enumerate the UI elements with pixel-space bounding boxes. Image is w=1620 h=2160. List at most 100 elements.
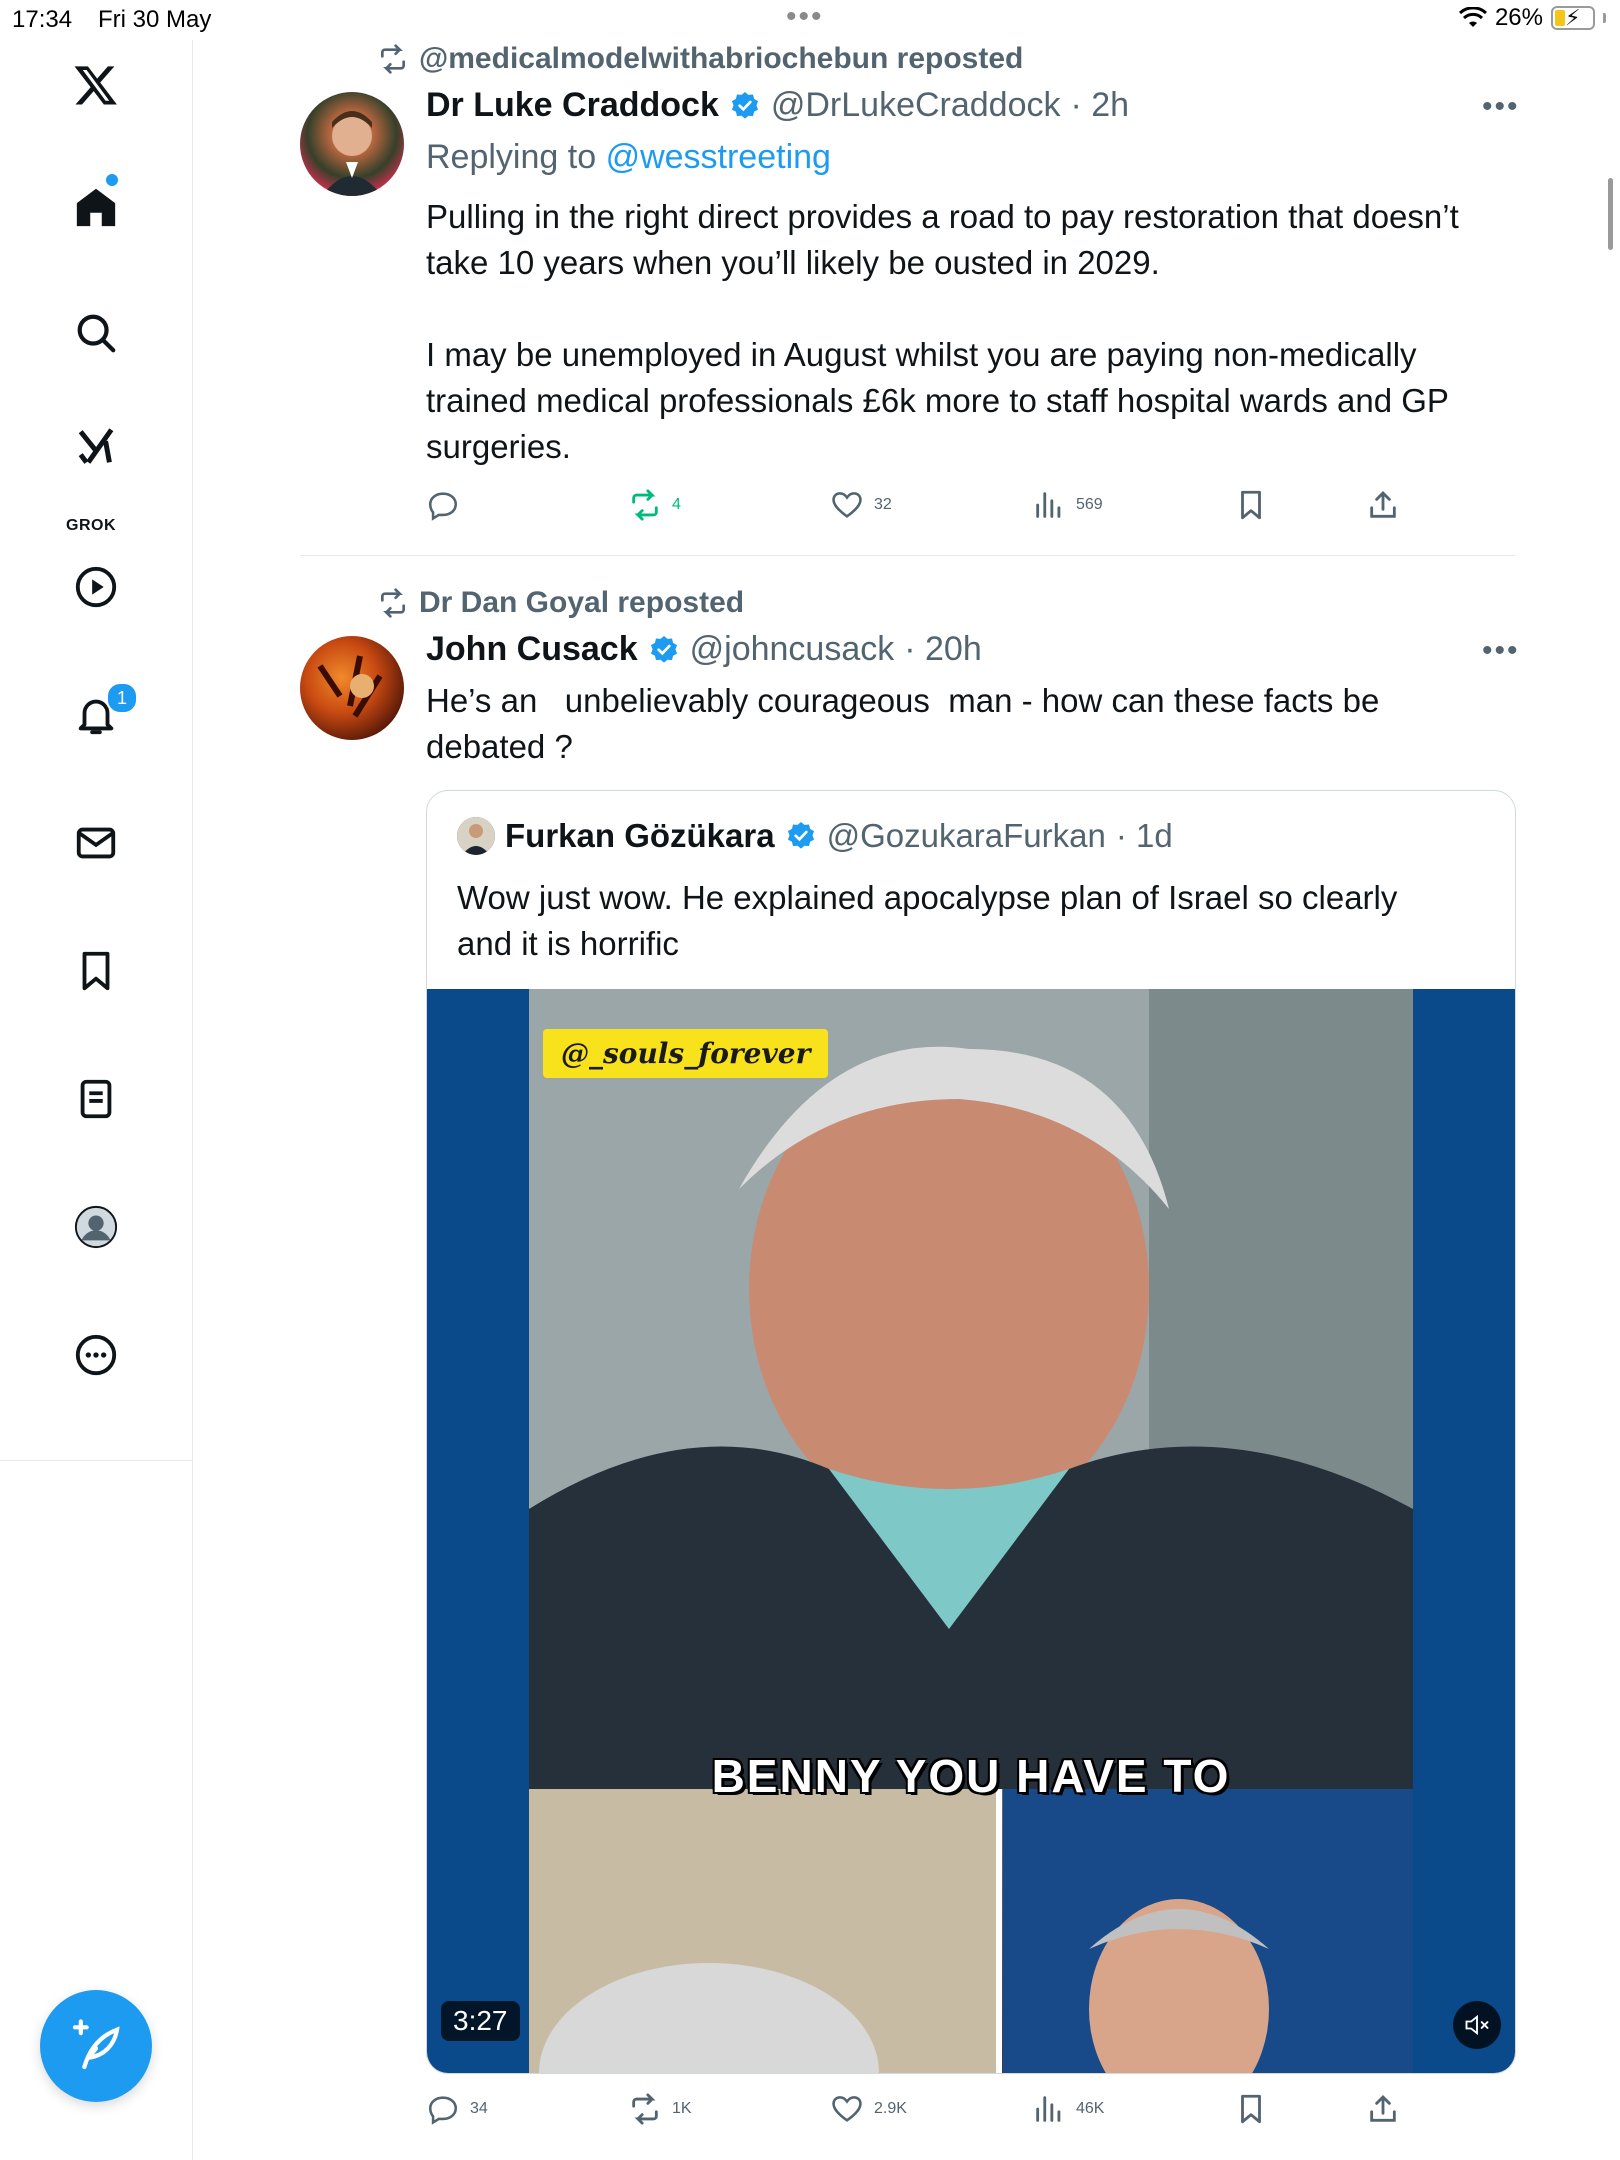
tweet-text: Pulling in the right direct provides a r…	[426, 198, 1459, 465]
like-count: 32	[874, 496, 892, 513]
status-right: 26% ⚡	[1458, 4, 1606, 32]
video-caption: BENNY YOU HAVE TO	[711, 1750, 1231, 1802]
notifications-badge: 1	[106, 682, 138, 714]
author-name[interactable]: Dr Luke Craddock	[426, 86, 719, 125]
tweet-time[interactable]: · 2h	[1071, 86, 1130, 125]
tweet-more-icon[interactable]: •••	[1482, 90, 1520, 124]
wifi-icon	[1458, 7, 1487, 27]
repost-by-label: @medicalmodelwithabriochebun reposted	[419, 42, 1024, 75]
battery-percent: 26%	[1494, 4, 1543, 31]
quote-author-handle[interactable]: @GozukaraFurkan	[827, 817, 1106, 855]
bookmark-icon	[1241, 2094, 1261, 2124]
heart-icon	[832, 492, 862, 518]
repost-action[interactable]: 4	[628, 488, 681, 522]
quote-time[interactable]: · 1d	[1116, 817, 1173, 855]
verified-badge-icon	[729, 90, 761, 122]
reply-icon	[428, 2096, 458, 2125]
video-play-icon[interactable]	[71, 562, 121, 612]
share-icon	[1370, 490, 1396, 518]
quote-text: Wow just wow. He explained apocalypse pl…	[457, 879, 1398, 962]
grok-icon[interactable]	[71, 422, 121, 472]
like-action[interactable]: 32	[830, 488, 892, 522]
compose-feather-icon	[72, 2019, 120, 2070]
bookmark-icon	[1241, 490, 1261, 520]
reply-icon	[428, 492, 458, 521]
scrollbar[interactable]	[1608, 178, 1613, 250]
author-handle[interactable]: @johncusack	[690, 630, 895, 669]
heart-icon	[832, 2096, 862, 2122]
grok-label: GROK	[66, 517, 116, 534]
repost-context: @medicalmodelwithabriochebun reposted	[377, 42, 1023, 76]
share-action[interactable]	[1366, 2092, 1400, 2126]
replying-to-line: Replying to @wesstreeting	[426, 138, 831, 177]
analytics-icon	[1036, 2096, 1061, 2122]
video-frame: @_souls_forever BENNY YOU HAVE TO	[529, 989, 1413, 2073]
repost-icon	[381, 44, 405, 74]
muted-speaker-icon	[1465, 2014, 1489, 2036]
bookmark-action[interactable]	[1234, 488, 1268, 522]
repost-count: 1K	[672, 2100, 692, 2117]
share-action[interactable]	[1366, 488, 1400, 522]
home-unread-dot	[106, 174, 118, 186]
lists-icon[interactable]	[71, 1074, 121, 1124]
bookmark-action[interactable]	[1234, 2092, 1268, 2126]
sidebar: GROK 1	[0, 40, 193, 2160]
search-icon[interactable]	[71, 308, 121, 358]
status-date: Fri 30 May	[98, 6, 212, 33]
x-logo-icon[interactable]	[71, 60, 121, 110]
profile-avatar-icon[interactable]	[71, 1202, 121, 1252]
views-action[interactable]: 569	[1032, 488, 1103, 522]
video-watermark: @_souls_forever	[543, 1029, 829, 1078]
video-scene-image	[529, 989, 1413, 2073]
tweet-time[interactable]: · 20h	[904, 630, 982, 669]
multitasking-dots[interactable]: •••	[786, 0, 824, 34]
bookmarks-icon[interactable]	[71, 946, 121, 996]
share-icon	[1370, 2094, 1396, 2122]
reply-action[interactable]	[426, 488, 460, 522]
quote-avatar[interactable]	[457, 817, 495, 855]
repost-action[interactable]: 1K	[628, 2092, 692, 2126]
views-count: 46K	[1076, 2100, 1105, 2117]
like-action[interactable]: 2.9K	[830, 2092, 907, 2126]
battery-icon: ⚡	[1551, 5, 1595, 30]
tweet-header: John Cusack @johncusack · 20h	[426, 630, 982, 669]
avatar[interactable]	[300, 92, 404, 196]
author-handle[interactable]: @DrLukeCraddock	[771, 86, 1061, 125]
replying-mention-link[interactable]: @wesstreeting	[606, 138, 831, 176]
tweet-text: He’s an unbelievably courageous man - ho…	[426, 682, 1380, 765]
views-action[interactable]: 46K	[1032, 2092, 1104, 2126]
replying-label: Replying to	[426, 138, 597, 176]
video-duration: 3:27	[441, 2001, 520, 2041]
status-time: 17:34	[12, 6, 73, 33]
reply-action[interactable]: 34	[426, 2092, 488, 2126]
messages-envelope-icon[interactable]	[71, 818, 121, 868]
more-options-icon[interactable]	[71, 1330, 121, 1380]
repost-by-label: Dr Dan Goyal reposted	[419, 586, 745, 619]
battery-cap	[1603, 13, 1606, 23]
repost-context: Dr Dan Goyal reposted	[377, 586, 744, 620]
tweet-divider	[300, 555, 1515, 556]
repost-count: 4	[672, 496, 681, 513]
sidebar-divider	[0, 1460, 192, 1461]
verified-badge-icon	[648, 634, 680, 666]
compose-post-button[interactable]	[40, 1990, 152, 2102]
video-player[interactable]: @_souls_forever BENNY YOU HAVE TO 3:27	[427, 989, 1515, 2073]
quoted-tweet[interactable]: Furkan Gözükara @GozukaraFurkan · 1d Wow…	[426, 790, 1516, 2074]
repost-icon	[381, 588, 405, 618]
tweet-more-icon[interactable]: •••	[1482, 634, 1520, 668]
status-bar: 17:34 Fri 30 May ••• 26% ⚡	[0, 0, 1620, 40]
avatar[interactable]	[300, 636, 404, 740]
quote-author-name[interactable]: Furkan Gözükara	[505, 817, 775, 855]
home-icon[interactable]	[71, 182, 121, 232]
repost-icon	[632, 2093, 658, 2125]
reply-count: 34	[470, 2100, 488, 2117]
repost-icon	[632, 489, 658, 521]
analytics-icon	[1036, 492, 1061, 518]
verified-badge-icon	[785, 820, 817, 852]
views-count: 569	[1076, 496, 1103, 513]
tweet-header: Dr Luke Craddock @DrLukeCraddock · 2h	[426, 86, 1129, 125]
author-name[interactable]: John Cusack	[426, 630, 638, 669]
like-count: 2.9K	[874, 2100, 907, 2117]
quote-header: Furkan Gözükara @GozukaraFurkan · 1d	[457, 817, 1173, 855]
mute-button[interactable]	[1453, 2001, 1501, 2049]
